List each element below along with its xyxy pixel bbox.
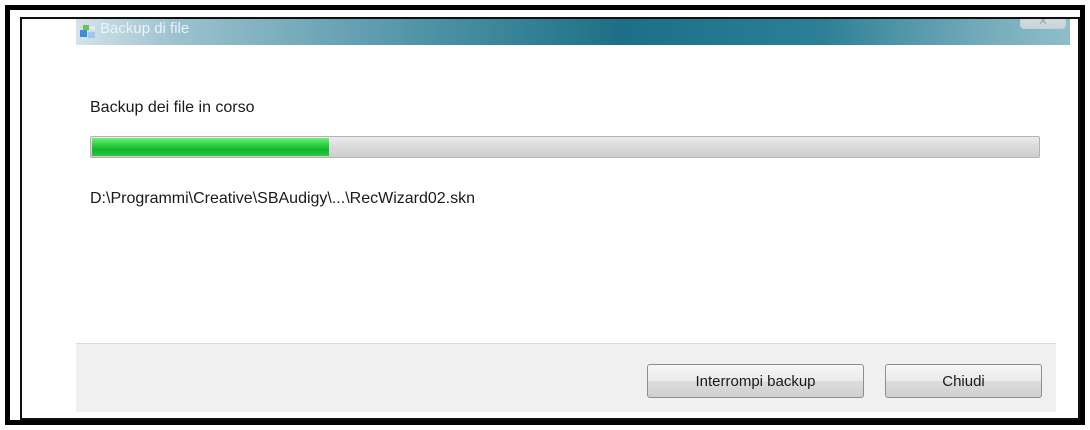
window-title: Backup di file [100, 20, 190, 37]
backup-icon [80, 24, 96, 39]
current-file-path: D:\Programmi\Creative\SBAudigy\...\RecWi… [90, 190, 476, 207]
progress-fill [92, 138, 329, 156]
progress-heading: Backup dei file in corso [90, 99, 255, 116]
backup-progress-bar [90, 136, 1040, 158]
close-icon: ✕ [1037, 19, 1049, 28]
close-button[interactable]: Chiudi [885, 364, 1042, 398]
button-footer: Interrompi backup Chiudi [76, 343, 1056, 412]
title-bar[interactable]: Backup di file ✕ [76, 19, 1070, 45]
image-frame: Backup di file ✕ Backup dei file in cors… [5, 5, 1085, 425]
backup-dialog: Backup di file ✕ Backup dei file in cors… [76, 19, 1070, 412]
screenshot-border: Backup di file ✕ Backup dei file in cors… [20, 17, 1080, 420]
window-close-button[interactable]: ✕ [1020, 19, 1066, 29]
stop-backup-button[interactable]: Interrompi backup [647, 364, 864, 398]
